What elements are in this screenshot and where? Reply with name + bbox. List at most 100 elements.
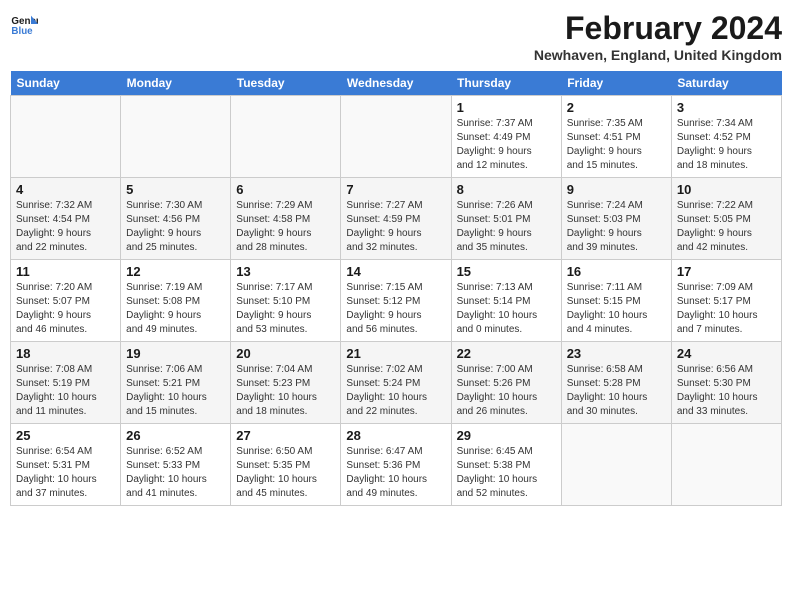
calendar-cell: 25 Sunrise: 6:54 AM Sunset: 5:31 PM Dayli… (11, 424, 121, 506)
day-info: Sunrise: 7:19 AM Sunset: 5:08 PM Dayligh… (126, 281, 225, 337)
day-info: Sunrise: 7:27 AM Sunset: 4:59 PM Dayligh… (346, 199, 445, 255)
calendar-day-header: Sunday (11, 71, 121, 96)
calendar-cell: 27 Sunrise: 6:50 AM Sunset: 5:35 PM Dayli… (231, 424, 341, 506)
day-info: Sunrise: 7:35 AM Sunset: 4:51 PM Dayligh… (567, 117, 666, 173)
day-info: Sunrise: 6:54 AM Sunset: 5:31 PM Dayligh… (16, 445, 115, 501)
day-info: Sunrise: 7:17 AM Sunset: 5:10 PM Dayligh… (236, 281, 335, 337)
calendar-cell (561, 424, 671, 506)
day-number: 3 (677, 100, 776, 115)
day-info: Sunrise: 7:13 AM Sunset: 5:14 PM Dayligh… (457, 281, 556, 337)
day-number: 26 (126, 428, 225, 443)
svg-text:Blue: Blue (11, 26, 33, 37)
day-number: 29 (457, 428, 556, 443)
day-info: Sunrise: 7:11 AM Sunset: 5:15 PM Dayligh… (567, 281, 666, 337)
logo: General Blue (10, 10, 38, 38)
calendar-body: 1Sunrise: 7:37 AM Sunset: 4:49 PM Daylig… (11, 96, 782, 506)
calendar-cell: 28 Sunrise: 6:47 AM Sunset: 5:36 PM Dayli… (341, 424, 451, 506)
calendar-cell: 15 Sunrise: 7:13 AM Sunset: 5:14 PM Dayli… (451, 260, 561, 342)
day-info: Sunrise: 7:02 AM Sunset: 5:24 PM Dayligh… (346, 363, 445, 419)
day-number: 10 (677, 182, 776, 197)
day-number: 21 (346, 346, 445, 361)
calendar-cell: 24 Sunrise: 6:56 AM Sunset: 5:30 PM Dayli… (671, 342, 781, 424)
day-number: 17 (677, 264, 776, 279)
page-header: General Blue February 2024 Newhaven, Eng… (10, 10, 782, 63)
calendar-week-row: 4Sunrise: 7:32 AM Sunset: 4:54 PM Daylig… (11, 178, 782, 260)
day-info: Sunrise: 6:58 AM Sunset: 5:28 PM Dayligh… (567, 363, 666, 419)
calendar-header-row: SundayMondayTuesdayWednesdayThursdayFrid… (11, 71, 782, 96)
day-info: Sunrise: 7:34 AM Sunset: 4:52 PM Dayligh… (677, 117, 776, 173)
calendar-cell: 8Sunrise: 7:26 AM Sunset: 5:01 PM Daylig… (451, 178, 561, 260)
day-info: Sunrise: 7:15 AM Sunset: 5:12 PM Dayligh… (346, 281, 445, 337)
day-number: 6 (236, 182, 335, 197)
calendar-cell: 3 Sunrise: 7:34 AM Sunset: 4:52 PM Daylig… (671, 96, 781, 178)
day-info: Sunrise: 7:37 AM Sunset: 4:49 PM Dayligh… (457, 117, 556, 173)
day-number: 12 (126, 264, 225, 279)
calendar-day-header: Saturday (671, 71, 781, 96)
calendar-cell: 17 Sunrise: 7:09 AM Sunset: 5:17 PM Dayli… (671, 260, 781, 342)
calendar-cell: 2 Sunrise: 7:35 AM Sunset: 4:51 PM Daylig… (561, 96, 671, 178)
calendar-day-header: Monday (121, 71, 231, 96)
day-info: Sunrise: 6:52 AM Sunset: 5:33 PM Dayligh… (126, 445, 225, 501)
calendar-week-row: 18 Sunrise: 7:08 AM Sunset: 5:19 PM Dayli… (11, 342, 782, 424)
calendar-cell: 23 Sunrise: 6:58 AM Sunset: 5:28 PM Dayli… (561, 342, 671, 424)
calendar-cell (231, 96, 341, 178)
calendar-week-row: 1Sunrise: 7:37 AM Sunset: 4:49 PM Daylig… (11, 96, 782, 178)
calendar-cell: 9 Sunrise: 7:24 AM Sunset: 5:03 PM Daylig… (561, 178, 671, 260)
day-number: 23 (567, 346, 666, 361)
day-number: 27 (236, 428, 335, 443)
day-number: 16 (567, 264, 666, 279)
calendar-cell: 12 Sunrise: 7:19 AM Sunset: 5:08 PM Dayli… (121, 260, 231, 342)
calendar-cell: 16 Sunrise: 7:11 AM Sunset: 5:15 PM Dayli… (561, 260, 671, 342)
day-number: 22 (457, 346, 556, 361)
calendar-cell: 10Sunrise: 7:22 AM Sunset: 5:05 PM Dayli… (671, 178, 781, 260)
calendar-cell: 26 Sunrise: 6:52 AM Sunset: 5:33 PM Dayli… (121, 424, 231, 506)
calendar-cell (341, 96, 451, 178)
day-info: Sunrise: 7:30 AM Sunset: 4:56 PM Dayligh… (126, 199, 225, 255)
day-number: 18 (16, 346, 115, 361)
calendar-cell: 21 Sunrise: 7:02 AM Sunset: 5:24 PM Dayli… (341, 342, 451, 424)
day-info: Sunrise: 7:06 AM Sunset: 5:21 PM Dayligh… (126, 363, 225, 419)
day-info: Sunrise: 6:47 AM Sunset: 5:36 PM Dayligh… (346, 445, 445, 501)
logo-icon: General Blue (10, 10, 38, 38)
day-number: 14 (346, 264, 445, 279)
day-info: Sunrise: 7:24 AM Sunset: 5:03 PM Dayligh… (567, 199, 666, 255)
calendar-cell: 22 Sunrise: 7:00 AM Sunset: 5:26 PM Dayli… (451, 342, 561, 424)
day-number: 4 (16, 182, 115, 197)
calendar-day-header: Friday (561, 71, 671, 96)
day-info: Sunrise: 7:20 AM Sunset: 5:07 PM Dayligh… (16, 281, 115, 337)
day-info: Sunrise: 6:56 AM Sunset: 5:30 PM Dayligh… (677, 363, 776, 419)
calendar-cell: 4Sunrise: 7:32 AM Sunset: 4:54 PM Daylig… (11, 178, 121, 260)
calendar-table: SundayMondayTuesdayWednesdayThursdayFrid… (10, 71, 782, 506)
calendar-cell (11, 96, 121, 178)
calendar-week-row: 25 Sunrise: 6:54 AM Sunset: 5:31 PM Dayli… (11, 424, 782, 506)
day-number: 25 (16, 428, 115, 443)
day-number: 20 (236, 346, 335, 361)
calendar-cell: 5Sunrise: 7:30 AM Sunset: 4:56 PM Daylig… (121, 178, 231, 260)
day-number: 9 (567, 182, 666, 197)
calendar-cell: 6Sunrise: 7:29 AM Sunset: 4:58 PM Daylig… (231, 178, 341, 260)
calendar-cell: 18 Sunrise: 7:08 AM Sunset: 5:19 PM Dayli… (11, 342, 121, 424)
day-number: 11 (16, 264, 115, 279)
calendar-cell: 19Sunrise: 7:06 AM Sunset: 5:21 PM Dayli… (121, 342, 231, 424)
day-info: Sunrise: 6:45 AM Sunset: 5:38 PM Dayligh… (457, 445, 556, 501)
day-number: 24 (677, 346, 776, 361)
month-title: February 2024 (534, 10, 782, 47)
calendar-cell: 7 Sunrise: 7:27 AM Sunset: 4:59 PM Daylig… (341, 178, 451, 260)
calendar-day-header: Tuesday (231, 71, 341, 96)
day-number: 8 (457, 182, 556, 197)
day-info: Sunrise: 6:50 AM Sunset: 5:35 PM Dayligh… (236, 445, 335, 501)
day-number: 2 (567, 100, 666, 115)
title-area: February 2024 Newhaven, England, United … (534, 10, 782, 63)
calendar-cell: 14 Sunrise: 7:15 AM Sunset: 5:12 PM Dayli… (341, 260, 451, 342)
day-number: 15 (457, 264, 556, 279)
day-info: Sunrise: 7:00 AM Sunset: 5:26 PM Dayligh… (457, 363, 556, 419)
calendar-cell: 1Sunrise: 7:37 AM Sunset: 4:49 PM Daylig… (451, 96, 561, 178)
calendar-cell (671, 424, 781, 506)
day-info: Sunrise: 7:08 AM Sunset: 5:19 PM Dayligh… (16, 363, 115, 419)
day-number: 28 (346, 428, 445, 443)
calendar-day-header: Thursday (451, 71, 561, 96)
location: Newhaven, England, United Kingdom (534, 47, 782, 63)
day-info: Sunrise: 7:09 AM Sunset: 5:17 PM Dayligh… (677, 281, 776, 337)
calendar-week-row: 11 Sunrise: 7:20 AM Sunset: 5:07 PM Dayli… (11, 260, 782, 342)
day-number: 7 (346, 182, 445, 197)
